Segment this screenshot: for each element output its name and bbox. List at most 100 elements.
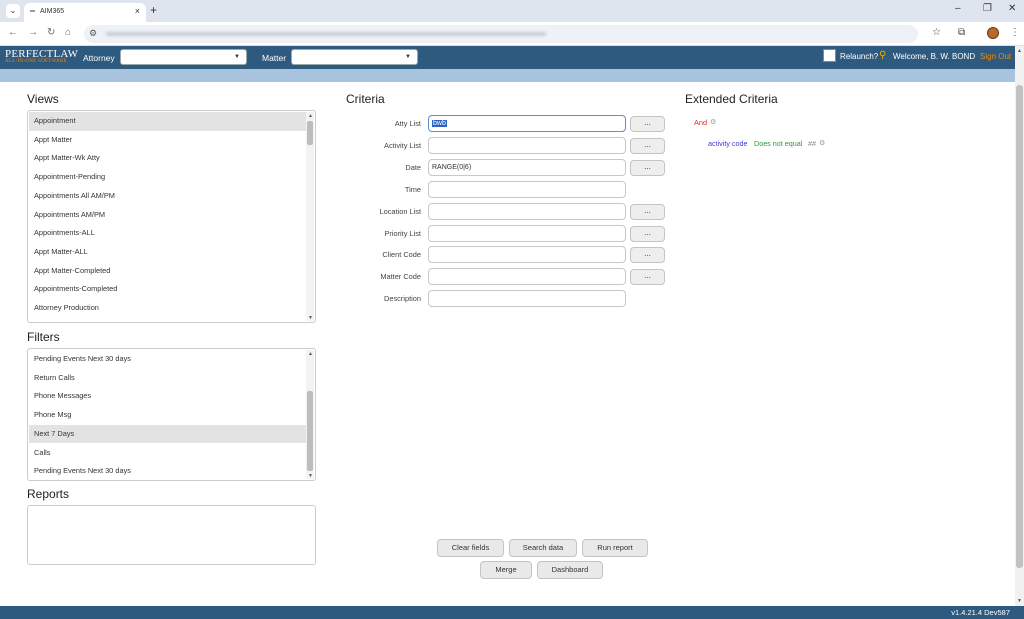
scroll-up-arrow-icon[interactable]: ▲ xyxy=(308,113,313,119)
back-icon[interactable]: ← xyxy=(8,27,18,38)
relaunch-checkbox[interactable] xyxy=(823,49,836,62)
criteria-input-value: bwb xyxy=(432,120,447,127)
views-list-item[interactable]: Appt Matter-Completed xyxy=(29,262,307,281)
views-list-item[interactable]: Appointments AM/PM xyxy=(29,206,307,225)
scroll-up-arrow-icon[interactable]: ▲ xyxy=(1017,48,1022,54)
criteria-input[interactable] xyxy=(428,246,626,264)
lookup-button[interactable]: ... xyxy=(630,225,665,242)
lookup-button[interactable]: ... xyxy=(630,203,665,220)
criteria-input[interactable] xyxy=(428,202,626,220)
matter-label: Matter xyxy=(262,53,287,63)
filters-list-item[interactable]: Pending Events Next 30 days xyxy=(29,462,307,480)
clear-fields-button[interactable]: Clear fields xyxy=(437,539,504,557)
filters-list-item[interactable]: Phone Msg xyxy=(29,406,307,425)
site-info-icon[interactable]: ⚙ xyxy=(89,28,97,39)
views-list-item[interactable]: Appointment xyxy=(29,112,307,131)
criteria-input[interactable] xyxy=(428,268,626,286)
views-title: Views xyxy=(27,92,59,106)
gear-icon[interactable]: ⚙ xyxy=(710,118,716,126)
lookup-button[interactable]: ... xyxy=(630,247,665,264)
views-list-item[interactable]: Appt Matter xyxy=(29,131,307,150)
extended-field-name[interactable]: activity code xyxy=(708,139,748,148)
views-listbox[interactable]: Appointment Appt Matter Appt Matter-Wk Att… xyxy=(27,110,316,323)
search-data-button[interactable]: Search data xyxy=(509,539,577,557)
new-tab-icon[interactable]: + xyxy=(150,3,157,17)
tab-search-chevron-icon[interactable]: ⌄ xyxy=(6,4,20,18)
filters-list-item[interactable]: Return Calls xyxy=(29,369,307,388)
views-scrollbar-thumb[interactable] xyxy=(307,121,313,145)
views-list-item[interactable]: Appointment-Pending xyxy=(29,168,307,187)
blurred-url xyxy=(106,32,546,36)
views-list-item[interactable]: Appt Matter-Wk Atty xyxy=(29,149,307,168)
filters-title: Filters xyxy=(27,330,60,344)
criteria-input[interactable] xyxy=(428,136,626,154)
filters-list-item[interactable]: Next 7 Days xyxy=(29,424,307,444)
sub-header-bar xyxy=(0,69,1015,82)
views-list-item[interactable]: Attorney Production xyxy=(29,299,307,318)
views-list-item[interactable]: Appointments-ALL xyxy=(29,224,307,243)
window-close-icon[interactable]: ✕ xyxy=(1008,3,1016,14)
filters-list-item[interactable]: Phone Messages xyxy=(29,387,307,406)
relaunch-label: Relaunch? xyxy=(840,52,879,61)
gear-icon[interactable]: ⚙ xyxy=(819,139,825,147)
lookup-button[interactable]: ... xyxy=(630,116,665,132)
tab-title: AIM365 xyxy=(40,8,65,15)
criteria-label: Priority List xyxy=(384,228,421,238)
views-list-item[interactable]: Appt Matter-ALL xyxy=(29,243,307,262)
criteria-label: Description xyxy=(384,294,421,304)
views-list-item[interactable]: Appointments-Completed xyxy=(29,280,307,299)
browser-menu-icon[interactable]: ⋮ xyxy=(1010,27,1020,38)
profile-avatar[interactable] xyxy=(987,27,999,39)
criteria-input[interactable] xyxy=(428,224,626,242)
criteria-input[interactable]: RANGE(0|6) xyxy=(428,158,626,176)
dashboard-button[interactable]: Dashboard xyxy=(537,561,603,579)
lookup-button[interactable]: ... xyxy=(630,137,665,154)
criteria-input[interactable] xyxy=(428,180,626,198)
minimize-icon[interactable]: – xyxy=(955,3,961,14)
lookup-button[interactable]: ... xyxy=(630,159,665,176)
chevron-down-icon: ▼ xyxy=(234,54,240,60)
extended-criteria-title: Extended Criteria xyxy=(685,92,778,106)
run-report-button[interactable]: Run report xyxy=(582,539,648,557)
attorney-select[interactable]: ▼ xyxy=(120,49,247,65)
forward-icon[interactable]: → xyxy=(28,27,38,38)
version-text: v1.4.21.4 Dev587 xyxy=(951,608,1010,617)
reports-listbox[interactable] xyxy=(27,505,316,565)
matter-select[interactable]: ▼ xyxy=(291,49,418,65)
filters-listbox[interactable]: Pending Events Next 30 days Return Calls P… xyxy=(27,348,316,481)
aim-favicon-icon: ═ xyxy=(30,8,35,15)
scroll-down-arrow-icon[interactable]: ▼ xyxy=(308,315,313,321)
views-list-item[interactable]: Appointments All AM/PM xyxy=(29,187,307,206)
extended-value[interactable]: ## xyxy=(808,139,816,148)
scroll-up-arrow-icon[interactable]: ▲ xyxy=(308,351,313,357)
logic-operator[interactable]: And xyxy=(694,118,707,127)
browser-tab[interactable]: ═ AIM365 × xyxy=(24,3,146,22)
page-scrollbar-thumb[interactable] xyxy=(1016,85,1023,568)
criteria-label: Atty List xyxy=(394,119,421,128)
scroll-down-arrow-icon[interactable]: ▼ xyxy=(1017,598,1022,604)
browser-address-bar: ← → ↻ ⌂ ⚙ ☆ ⧉ ⋮ xyxy=(0,22,1024,46)
extensions-icon[interactable]: ⧉ xyxy=(958,27,965,38)
welcome-text: Welcome, B. W. BOND xyxy=(893,52,976,61)
url-omnibox[interactable]: ⚙ xyxy=(84,25,918,43)
lookup-button[interactable]: ... xyxy=(630,269,665,286)
tab-close-icon[interactable]: × xyxy=(135,6,140,16)
filters-list-item[interactable]: Calls xyxy=(29,444,307,463)
criteria-input[interactable]: bwb xyxy=(428,115,626,132)
restore-icon[interactable]: ❐ xyxy=(983,3,992,14)
merge-button[interactable]: Merge xyxy=(480,561,532,579)
reload-icon[interactable]: ↻ xyxy=(47,27,55,38)
criteria-label: Date xyxy=(405,162,421,172)
criteria-label: Matter Code xyxy=(380,272,421,282)
search-icon[interactable]: ⚲ xyxy=(879,50,886,61)
bookmark-star-icon[interactable]: ☆ xyxy=(932,27,941,38)
criteria-input[interactable] xyxy=(428,290,626,308)
reports-title: Reports xyxy=(27,487,70,501)
sign-out-link[interactable]: Sign Out xyxy=(980,52,1011,61)
filters-list-item[interactable]: Pending Events Next 30 days xyxy=(29,350,307,369)
filters-scrollbar-thumb[interactable] xyxy=(307,391,313,471)
extended-operator[interactable]: Does not equal xyxy=(754,139,802,148)
scroll-down-arrow-icon[interactable]: ▼ xyxy=(308,473,313,479)
home-icon[interactable]: ⌂ xyxy=(65,27,71,38)
criteria-label: Activity List xyxy=(384,140,421,150)
